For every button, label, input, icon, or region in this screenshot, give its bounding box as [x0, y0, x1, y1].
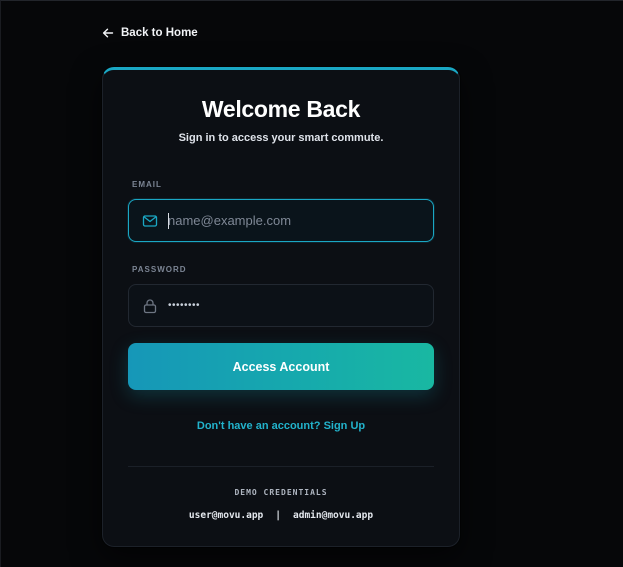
email-label: EMAIL	[132, 180, 162, 189]
sign-up-link[interactable]: Don't have an account? Sign Up	[103, 420, 459, 432]
lock-icon	[143, 298, 157, 313]
password-input[interactable]: ••••••••	[168, 300, 200, 311]
demo-credentials-title: DEMO CREDENTIALS	[234, 488, 328, 497]
page-subtitle: Sign in to access your smart commute.	[178, 132, 384, 144]
login-card: Welcome Back Sign in to access your smar…	[102, 67, 460, 547]
back-to-home-link[interactable]: Back to Home	[102, 25, 198, 41]
back-link-label: Back to Home	[121, 27, 198, 39]
mail-icon	[142, 214, 158, 227]
login-page: Back to Home Welcome Back Sign in to acc…	[0, 0, 623, 567]
demo-credentials: user@movu.app | admin@movu.app	[103, 510, 459, 521]
demo-separator: |	[275, 510, 281, 521]
demo-admin-email: admin@movu.app	[293, 510, 374, 521]
access-account-button[interactable]: Access Account	[128, 343, 434, 390]
demo-user-email: user@movu.app	[188, 510, 264, 521]
email-field[interactable]	[128, 199, 434, 242]
password-field[interactable]: ••••••••	[128, 284, 434, 327]
password-label: PASSWORD	[132, 265, 187, 274]
page-title: Welcome Back	[201, 96, 361, 122]
email-input[interactable]	[168, 213, 418, 228]
arrow-left-icon	[102, 28, 114, 38]
divider	[128, 466, 434, 467]
text-caret	[168, 213, 169, 229]
